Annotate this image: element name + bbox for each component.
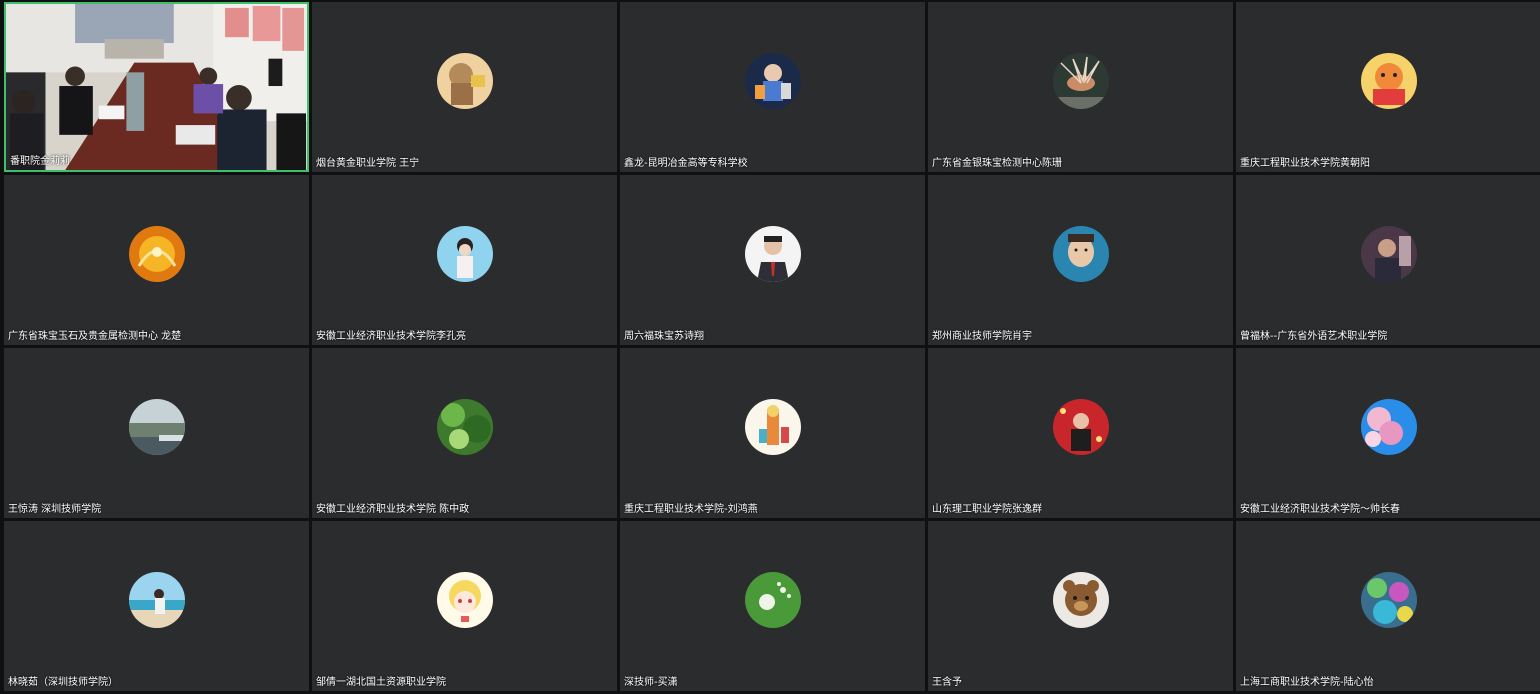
- video-feed: [6, 4, 307, 170]
- participant-tile[interactable]: 深技师-买潇: [620, 521, 925, 691]
- child-portrait-avatar: [1052, 226, 1109, 282]
- participant-tile[interactable]: 安徽工业经济职业技术学院李孔亮: [312, 175, 617, 345]
- participant-name: 鑫龙-昆明冶金高等专科学校: [624, 158, 748, 169]
- man-photo-avatar: [1360, 226, 1417, 282]
- participant-name: 林晓茹（深圳技师学院）: [8, 677, 118, 688]
- red-poster-avatar: [1052, 399, 1109, 455]
- participant-name: 安徽工业经济职业技术学院 陈中政: [316, 504, 470, 515]
- participant-name: 安徽工业经济职业技术学院李孔亮: [316, 331, 466, 342]
- man-suit-avatar: [744, 226, 801, 282]
- participant-name: 郑州商业技师学院肖宇: [932, 331, 1032, 342]
- participant-name: 王惊涛 深圳技师学院: [8, 504, 102, 515]
- participant-name: 山东理工职业学院张逸群: [932, 504, 1042, 515]
- participant-name: 烟台黄金职业学院 王宁: [316, 158, 420, 169]
- blossom-avatar: [1360, 399, 1417, 455]
- participant-name: 广东省珠宝玉石及贵金属检测中心 龙楚: [8, 331, 182, 342]
- participant-tile[interactable]: 鑫龙-昆明冶金高等专科学校: [620, 2, 925, 172]
- participant-tile[interactable]: 安徽工业经济职业技术学院 陈中政: [312, 348, 617, 518]
- participant-name: 上海工商职业技术学院-陆心怡: [1240, 677, 1374, 688]
- participant-tile[interactable]: 周六福珠宝苏诗翔: [620, 175, 925, 345]
- lionfish-avatar: [1052, 53, 1109, 109]
- participant-tile[interactable]: 烟台黄金职业学院 王宁: [312, 2, 617, 172]
- participant-tile[interactable]: 上海工商职业技术学院-陆心怡: [1236, 521, 1540, 691]
- participant-tile[interactable]: 安徽工业经济职业技术学院～帅长春: [1236, 348, 1540, 518]
- participant-name: 邹倩一湖北国土资源职业学院: [316, 677, 446, 688]
- participant-tile[interactable]: 邹倩一湖北国土资源职业学院: [312, 521, 617, 691]
- participant-name: 周六福珠宝苏诗翔: [624, 331, 704, 342]
- anime-girl-avatar: [436, 572, 493, 628]
- cityscape-avatar: [128, 399, 185, 455]
- teddy-bear-avatar: [1052, 572, 1109, 628]
- participant-name: 深技师-买潇: [624, 677, 678, 688]
- bamboo-avatar: [436, 399, 493, 455]
- participant-tile[interactable]: 广东省金银珠宝检测中心陈珊: [928, 2, 1233, 172]
- participant-name: 重庆工程职业技术学院-刘鸿燕: [624, 504, 758, 515]
- participant-tile[interactable]: 山东理工职业学院张逸群: [928, 348, 1233, 518]
- participant-name: 广东省金银珠宝检测中心陈珊: [932, 158, 1062, 169]
- participant-tile[interactable]: 重庆工程职业技术学院-刘鸿燕: [620, 348, 925, 518]
- participant-tile[interactable]: 广东省珠宝玉石及贵金属检测中心 龙楚: [4, 175, 309, 345]
- participant-tile[interactable]: 王惊涛 深圳技师学院: [4, 348, 309, 518]
- video-grid: 番职院金莉莉 烟台黄金职业学院 王宁 鑫龙-昆明冶金高等专科学校 广东省金银珠宝…: [0, 0, 1540, 694]
- participant-tile[interactable]: 郑州商业技师学院肖宇: [928, 175, 1233, 345]
- participant-name: 安徽工业经济职业技术学院～帅长春: [1240, 504, 1400, 515]
- beach-avatar: [128, 572, 185, 628]
- phoenix-avatar: [128, 226, 185, 282]
- participant-tile[interactable]: 林晓茹（深圳技师学院）: [4, 521, 309, 691]
- dandelion-avatar: [744, 572, 801, 628]
- participant-name: 重庆工程职业技术学院黄朝阳: [1240, 158, 1370, 169]
- cartoon-girl-avatar: [436, 53, 493, 109]
- participant-tile[interactable]: 番职院金莉莉: [4, 2, 309, 172]
- illustration-avatar: [744, 399, 801, 455]
- participant-name: 曾福林--广东省外语艺术职业学院: [1240, 331, 1388, 342]
- participant-tile[interactable]: 重庆工程职业技术学院黄朝阳: [1236, 2, 1540, 172]
- abstract-art-avatar: [1360, 572, 1417, 628]
- participant-name: 番职院金莉莉: [10, 156, 70, 167]
- cartoon-man-avatar: [744, 53, 801, 109]
- participant-tile[interactable]: 曾福林--广东省外语艺术职业学院: [1236, 175, 1540, 345]
- participant-tile[interactable]: 王含予: [928, 521, 1233, 691]
- participant-name: 王含予: [932, 677, 962, 688]
- child-photo-avatar: [436, 226, 493, 282]
- cartoon-tiger-avatar: [1360, 53, 1417, 109]
